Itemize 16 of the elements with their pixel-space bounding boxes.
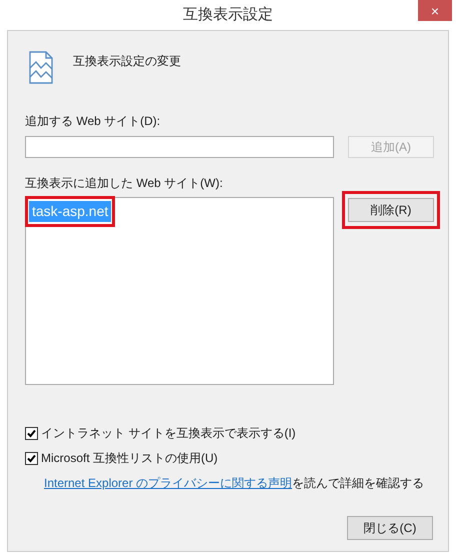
checkbox-label: Microsoft 互換性リストの使用(U) <box>41 450 218 467</box>
close-button[interactable]: × <box>418 0 452 21</box>
checkbox[interactable] <box>25 452 38 464</box>
list-item[interactable]: task-asp.net <box>29 201 112 222</box>
field-label: 追加する Web サイト(D): <box>25 113 162 130</box>
list-label: 互換表示に追加した Web サイト(W): <box>25 175 224 192</box>
document-image-icon <box>29 51 53 84</box>
window-title: 互換表示設定 <box>183 4 273 25</box>
checkbox[interactable] <box>25 426 38 440</box>
privacy-text: Internet Explorer のプライバシーに関する声明 を読んで詳細を確認する <box>44 475 426 492</box>
section-heading: 互換表示設定の変更 <box>73 53 181 70</box>
url-input-field[interactable] <box>25 136 334 158</box>
checkbox-label: イントラネット サイトを互換表示で表示する(I) <box>41 425 296 442</box>
delete-button[interactable]: 削除(R) <box>348 198 434 222</box>
close-dialog-button[interactable]: 閉じる(C) <box>347 516 433 540</box>
privacy-link[interactable]: Internet Explorer のプライバシーに関する声明 <box>44 476 292 490</box>
